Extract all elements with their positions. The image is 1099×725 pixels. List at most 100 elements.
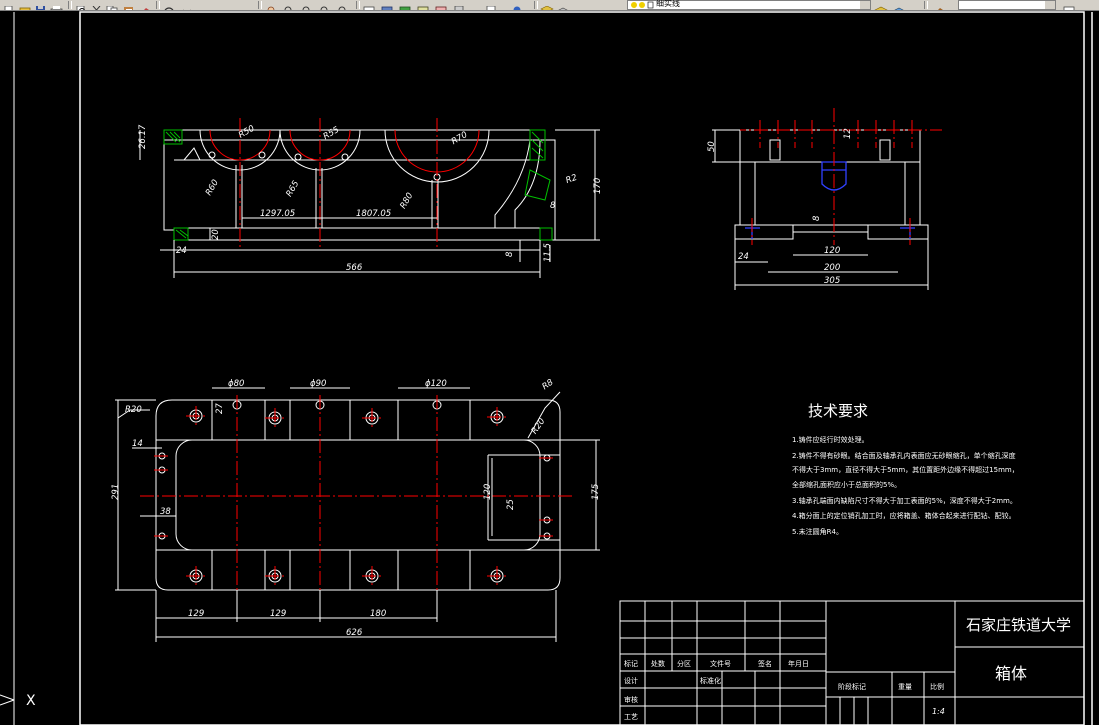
redo-icon[interactable] xyxy=(180,0,194,10)
tech-note: 3.轴承孔端面内缺陷尺寸不得大于加工表面的5%，深度不得大于2mm。 xyxy=(792,496,1017,505)
ucs-icon xyxy=(0,694,15,706)
layer-name: 细实线 xyxy=(656,0,680,8)
dim-label: 8 xyxy=(505,251,515,257)
dim-label: R20 xyxy=(125,405,142,415)
copy-icon[interactable] xyxy=(106,0,120,10)
paste-icon[interactable] xyxy=(122,0,136,10)
dim-label: 50 xyxy=(707,141,717,152)
design-center-icon[interactable] xyxy=(380,0,394,10)
tb-label: 分区 xyxy=(677,659,691,668)
layer-prev-icon[interactable] xyxy=(874,0,888,10)
dim-label: 24 xyxy=(738,252,749,262)
tech-note: 2.铸件不得有砂眼。结合面及轴承孔内表面应无砂眼缩孔，单个缩孔深度 xyxy=(792,451,1016,460)
tb-label: 重量 xyxy=(898,683,912,691)
dim-label: 566 xyxy=(346,263,363,273)
model-space-canvas[interactable]: 26.17 R50 R55 R70 R60 R65 R80 R2 8 170 2… xyxy=(0,10,1099,725)
new-icon[interactable] xyxy=(2,0,16,10)
dim-label: 12 xyxy=(843,128,853,139)
open-icon[interactable] xyxy=(18,0,32,10)
dim-label: 27 xyxy=(215,403,225,414)
dim-label: R65 xyxy=(284,179,301,198)
print-icon[interactable] xyxy=(50,0,64,10)
tech-note: 4.箱分面上的定位销孔加工时，应将箱盖、箱体合起来进行配钻、配铰。 xyxy=(792,511,1016,520)
undo-icon[interactable] xyxy=(162,0,176,10)
dim-label: 8 xyxy=(812,215,822,221)
help-query-icon[interactable] xyxy=(510,0,524,10)
tb-label: 签名 xyxy=(758,659,772,668)
part-name: 箱体 xyxy=(995,664,1027,683)
pan-icon[interactable] xyxy=(264,0,278,10)
layer-state-icon[interactable] xyxy=(556,0,570,10)
tb-label: 标准化 xyxy=(700,676,721,685)
dim-label: 1297.05 xyxy=(260,209,295,219)
title-block-text: 石家庄铁道大学 箱体 标记 处数 分区 文件号 签名 年月日 设计 标准化 审核… xyxy=(624,616,1071,721)
help-icon[interactable] xyxy=(484,0,498,10)
dim-label: 11.5 xyxy=(543,243,553,262)
dim-label: 14 xyxy=(132,439,143,449)
tb-label: 处数 xyxy=(651,659,665,668)
technical-requirements: 技术要求 1.铸件应经行时效处理。 2.铸件不得有砂眼。结合面及轴承孔内表面应无… xyxy=(792,402,1019,536)
zoom-window-icon[interactable] xyxy=(300,0,314,10)
layer-icon[interactable] xyxy=(892,0,906,10)
top-view-dims: ϕ80 ϕ90 ϕ120 R8 R20 R20 27 14 291 38 120… xyxy=(111,377,601,638)
dim-label: R8 xyxy=(540,377,555,392)
front-view-dims: 26.17 R50 R55 R70 R60 R65 R80 R2 8 170 2… xyxy=(138,124,603,273)
tech-note: 1.铸件应经行时效处理。 xyxy=(792,435,869,444)
dim-label: 20 xyxy=(211,229,221,240)
cut-icon[interactable] xyxy=(90,0,104,10)
top-view xyxy=(115,387,600,642)
dim-label: 626 xyxy=(346,628,363,638)
calculator-icon[interactable] xyxy=(452,0,466,10)
dim-label: ϕ120 xyxy=(425,379,447,389)
dim-label: R70 xyxy=(450,130,469,147)
dim-label: 38 xyxy=(160,507,171,517)
layer-dropdown[interactable]: 细实线 xyxy=(627,0,871,10)
tb-label: 审核 xyxy=(624,695,638,704)
tb-label: 设计 xyxy=(624,676,638,685)
school-name: 石家庄铁道大学 xyxy=(966,616,1071,634)
zoom-realtime-icon[interactable] xyxy=(282,0,296,10)
sheet-set-icon[interactable] xyxy=(416,0,430,10)
ucs-label: X xyxy=(26,693,36,709)
dim-label: 8 xyxy=(550,201,556,211)
tb-label: 工艺 xyxy=(624,713,638,721)
tb-label: 文件号 xyxy=(710,659,731,668)
chevron-down-icon[interactable] xyxy=(860,1,870,9)
scale-value: 1:4 xyxy=(932,707,945,716)
tech-note: 不得大于3mm，直径不得大于5mm，其位置距外边缘不得超过15mm， xyxy=(792,465,1019,474)
markup-icon[interactable] xyxy=(434,0,448,10)
preview-icon[interactable] xyxy=(74,0,88,10)
color-icon[interactable] xyxy=(932,0,946,10)
tb-label: 标记 xyxy=(624,659,638,668)
dim-label: ϕ80 xyxy=(228,379,244,389)
dim-label: 25 xyxy=(506,499,516,510)
dim-label: R60 xyxy=(204,178,221,197)
dim-label: 129 xyxy=(188,609,204,619)
dim-label: 291 xyxy=(111,484,121,500)
chevron-down-icon[interactable] xyxy=(1045,1,1055,9)
tb-label: 比例 xyxy=(930,682,944,691)
dim-label: 170 xyxy=(593,178,603,194)
tech-note: 全部缩孔面积应小于总面积的5%。 xyxy=(792,480,901,489)
zoom-extents-icon[interactable] xyxy=(336,0,350,10)
dim-label: R80 xyxy=(398,191,415,210)
dim-label: ϕ90 xyxy=(310,379,326,389)
save-icon[interactable] xyxy=(34,0,48,10)
match-icon[interactable] xyxy=(138,0,152,10)
dim-label: 120 xyxy=(824,246,840,256)
dim-label: 175 xyxy=(591,484,601,500)
zoom-previous-icon[interactable] xyxy=(318,0,332,10)
dim-label: 1807.05 xyxy=(356,209,391,219)
dim-label: 305 xyxy=(824,276,840,286)
tech-title: 技术要求 xyxy=(808,402,868,420)
tech-note: 5.未注圆角R4。 xyxy=(792,527,843,536)
dim-label: 200 xyxy=(824,263,840,273)
dim-label: R20 xyxy=(530,417,548,436)
linetype-icon[interactable] xyxy=(1062,0,1076,10)
color-dropdown[interactable] xyxy=(958,0,1056,10)
tool-palette-icon[interactable] xyxy=(398,0,412,10)
properties-icon[interactable] xyxy=(362,0,376,10)
dim-label: 129 xyxy=(270,609,286,619)
dim-label: 120 xyxy=(483,484,493,500)
layer-manager-icon[interactable] xyxy=(540,0,554,10)
